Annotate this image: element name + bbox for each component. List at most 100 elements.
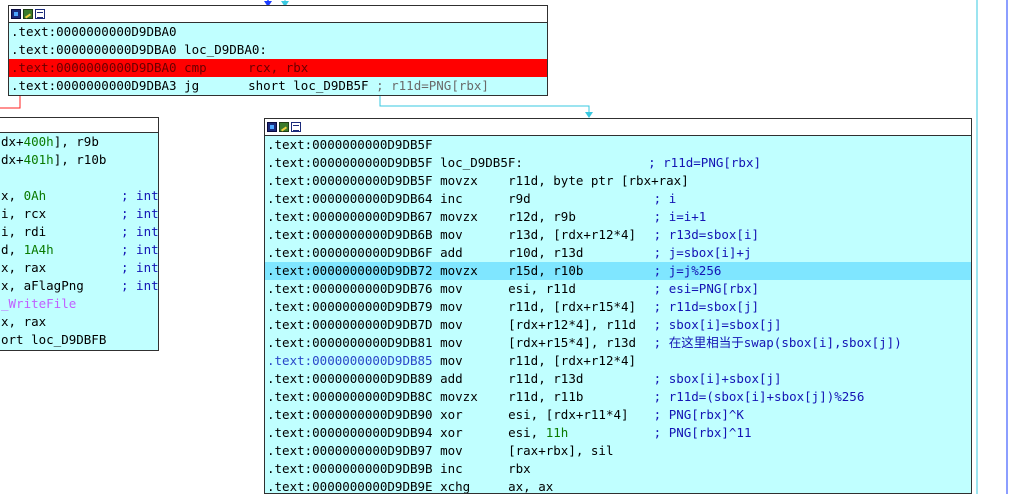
asm-line[interactable]: .text:0000000000D9DB90 xor esi, [rdx+r11*…: [265, 406, 971, 424]
operand-text: dx+: [1, 134, 24, 149]
block-titlebar: [265, 119, 971, 136]
mnemonic: mov: [440, 353, 463, 368]
comment: ; j=sbox[i]+j: [653, 245, 752, 260]
edge-cyan-true: [379, 96, 590, 116]
graph-icon[interactable]: [267, 122, 277, 132]
operands: [rdx+r12*4], r11d: [508, 317, 637, 332]
comment: ; r11d=sbox[j]: [653, 299, 759, 314]
address: .text:0000000000D9DB9E: [267, 479, 433, 494]
mnemonic: mov: [440, 335, 463, 350]
address: .text:0000000000D9DB6B: [267, 227, 433, 242]
asm-line[interactable]: .text:0000000000D9DB5F movzx r11d, byte p…: [265, 172, 971, 190]
asm-line[interactable]: .text:0000000000D9DBA3 jg short loc_D9DB5…: [9, 77, 547, 95]
address: .text:0000000000D9DB90: [267, 407, 433, 422]
number: 401h: [23, 152, 54, 167]
operand-text: x, aFlagPng: [1, 278, 84, 293]
address: .text:0000000000D9DB76: [267, 281, 433, 296]
asm-line[interactable]: .text:0000000000D9DB64 inc r9d ; i: [265, 190, 971, 208]
basic-block-left[interactable]: dx+400h], r9b dx+401h], r10b x, 0Ah ; int…: [0, 117, 159, 351]
list-icon[interactable]: [291, 122, 301, 132]
asm-line[interactable]: .text:0000000000D9DBA0: [9, 23, 547, 41]
asm-line[interactable]: dx+401h], r10b: [0, 151, 158, 169]
number: 0Ah: [23, 188, 47, 203]
comment: ; PNG[rbx]^K: [653, 407, 744, 422]
address: .text:0000000000D9DBA3: [11, 78, 177, 93]
mnemonic: movzx: [440, 173, 478, 188]
comment: ; int: [121, 278, 159, 293]
operand-text[interactable]: ort loc_D9DBFB: [1, 332, 106, 347]
asm-line-breakpoint[interactable]: .text:0000000000D9DBA0 cmp rcx, rbx: [9, 59, 547, 77]
operand-text: x,: [1, 188, 24, 203]
asm-line[interactable]: .text:0000000000D9DB85 mov r11d, [rdx+r12…: [265, 352, 971, 370]
operand-text: x, rax: [1, 260, 47, 275]
comment: ; j=j%256: [653, 263, 722, 278]
edit-icon[interactable]: [279, 122, 289, 132]
asm-line[interactable]: [0, 169, 158, 187]
code-label[interactable]: loc_D9DBA0:: [184, 41, 267, 59]
asm-line[interactable]: .text:0000000000D9DB79 mov r11d, [rdx+r15…: [265, 298, 971, 316]
code-label[interactable]: loc_D9DB5F:: [440, 154, 648, 172]
asm-line[interactable]: .text:0000000000D9DB6F add r10d, r13d ; j…: [265, 244, 971, 262]
operands: esi, [rdx+r11*4]: [508, 407, 629, 422]
comment: ; int: [121, 224, 159, 239]
asm-line[interactable]: d, 1A4h ; int: [0, 241, 158, 259]
number: 400h: [23, 134, 54, 149]
asm-line[interactable]: x, rax: [0, 313, 158, 331]
asm-line[interactable]: .text:0000000000D9DB5F: [265, 136, 971, 154]
import-name[interactable]: _WriteFile: [1, 296, 76, 311]
operands: rbx: [508, 461, 531, 476]
comment: ; sbox[i]=sbox[j]: [653, 317, 782, 332]
block-titlebar: [0, 118, 158, 133]
asm-line[interactable]: .text:0000000000D9DB9B inc rbx: [265, 460, 971, 478]
asm-line[interactable]: .text:0000000000D9DB9E xchg ax, ax: [265, 478, 971, 494]
asm-line[interactable]: .text:0000000000D9DB81 mov [rdx+r15*4], r…: [265, 334, 971, 352]
comment: ; sbox[i]+sbox[j]: [653, 371, 782, 386]
asm-line[interactable]: .text:0000000000D9DB72 movzx r15d, r10b ;…: [265, 262, 971, 280]
asm-line[interactable]: dx+400h], r9b: [0, 133, 158, 151]
asm-line[interactable]: .text:0000000000D9DB6B mov r13d, [rdx+r12…: [265, 226, 971, 244]
edit-icon[interactable]: [23, 9, 33, 19]
asm-line[interactable]: i, rcx ; int: [0, 205, 158, 223]
comment: ; r11d=(sbox[i]+sbox[j])%256: [653, 389, 865, 404]
asm-line[interactable]: .text:0000000000D9DB89 add r11d, r13d ; s…: [265, 370, 971, 388]
asm-line[interactable]: ort loc_D9DBFB: [0, 331, 158, 349]
graph-icon[interactable]: [11, 9, 21, 19]
address: .text:0000000000D9DB8C: [267, 389, 433, 404]
basic-block-top[interactable]: .text:0000000000D9DBA0 .text:0000000000D…: [8, 5, 548, 96]
asm-line[interactable]: .text:0000000000D9DB67 movzx r12d, r9b ; …: [265, 208, 971, 226]
mnemonic: movzx: [440, 389, 478, 404]
operands: r10d, r13d: [508, 245, 584, 260]
operands[interactable]: short loc_D9DB5F: [248, 77, 368, 95]
asm-line[interactable]: _WriteFile: [0, 295, 158, 313]
edge-red-false: [0, 96, 21, 109]
asm-line[interactable]: .text:0000000000D9DBA0 loc_D9DBA0:: [9, 41, 547, 59]
asm-line[interactable]: x, 0Ah ; int: [0, 187, 158, 205]
asm-line[interactable]: .text:0000000000D9DB8C movzx r11d, r11b ;…: [265, 388, 971, 406]
asm-line[interactable]: .text:0000000000D9DB97 mov [rax+rbx], sil: [265, 442, 971, 460]
address: .text:0000000000D9DB72: [267, 263, 433, 278]
asm-line[interactable]: .text:0000000000D9DB5F loc_D9DB5F:; r11d…: [265, 154, 971, 172]
comment: ; int: [121, 188, 159, 203]
number: 11h: [545, 425, 569, 440]
asm-line[interactable]: x, aFlagPng ; int: [0, 277, 158, 295]
address: .text:0000000000D9DB5F: [267, 173, 433, 188]
asm-line[interactable]: .text:0000000000D9DB76 mov esi, r11d ; es…: [265, 280, 971, 298]
address: .text:0000000000D9DBA0: [11, 24, 177, 39]
asm-line[interactable]: i, rdi ; int: [0, 223, 158, 241]
block-titlebar: [9, 6, 547, 23]
comment: ; int: [121, 242, 159, 257]
address: .text:0000000000D9DBA0: [11, 42, 177, 57]
address: .text:0000000000D9DB94: [267, 425, 433, 440]
operands: rcx, rbx: [248, 60, 309, 75]
asm-line[interactable]: x, rax ; int: [0, 259, 158, 277]
basic-block-main[interactable]: .text:0000000000D9DB5F .text:0000000000D…: [264, 118, 972, 494]
mnemonic: xchg: [440, 479, 471, 494]
operands: esi, 11h: [508, 424, 646, 442]
list-icon[interactable]: [35, 9, 45, 19]
asm-line[interactable]: .text:0000000000D9DB7D mov [rdx+r12*4], r…: [265, 316, 971, 334]
mnemonic: mov: [440, 281, 463, 296]
asm-line[interactable]: .text:0000000000D9DB94 xor esi, 11h ; PNG…: [265, 424, 971, 442]
address: .text:0000000000D9DB5F: [267, 137, 433, 152]
operands: r11d, r11b: [508, 389, 584, 404]
operand-text: i, rcx: [1, 206, 47, 221]
